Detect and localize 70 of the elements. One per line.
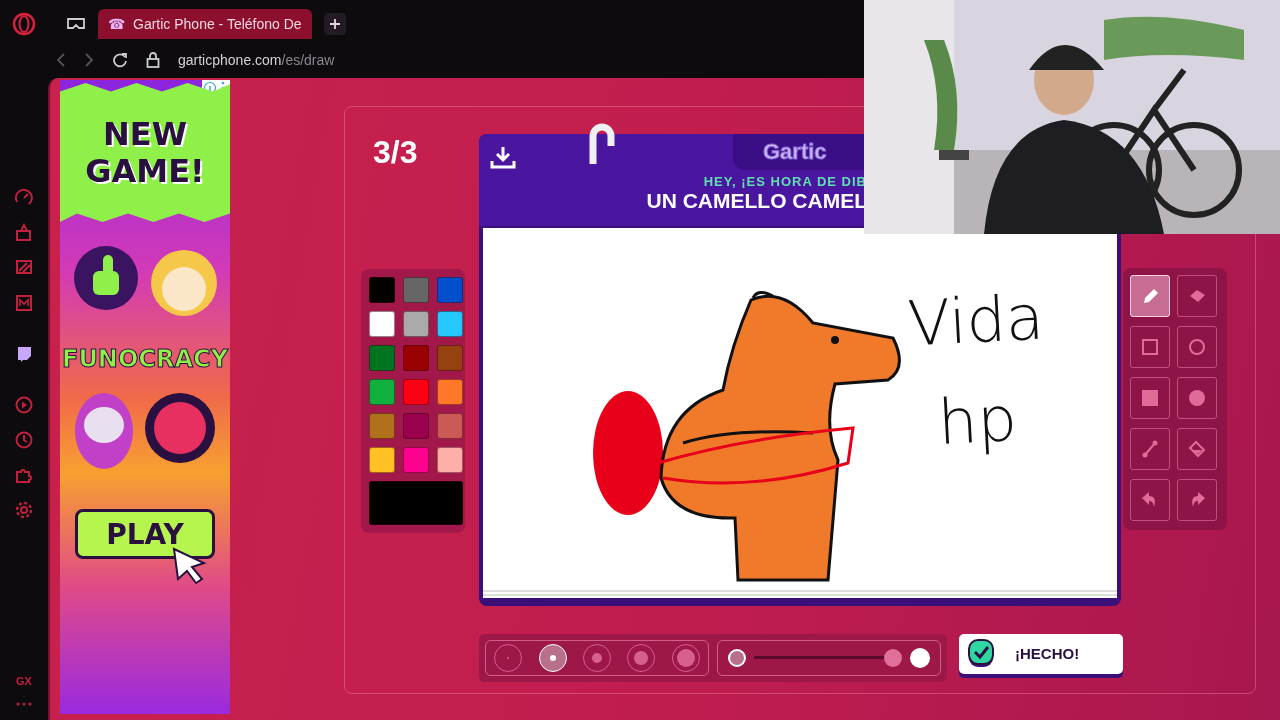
color-swatch[interactable] (437, 311, 463, 337)
slider-thumb[interactable] (884, 648, 902, 667)
tool-button[interactable] (1177, 275, 1217, 317)
color-swatch[interactable] (369, 277, 395, 303)
line-icon (1140, 439, 1160, 459)
reload-icon[interactable] (112, 52, 128, 68)
color-swatch[interactable] (403, 277, 429, 303)
forward-icon[interactable] (84, 52, 94, 68)
drawing-canvas[interactable]: Vida hp (483, 228, 1117, 590)
color-swatch[interactable] (437, 413, 463, 439)
check-badge-icon (967, 638, 995, 669)
tool-button[interactable] (1130, 428, 1170, 470)
color-swatch[interactable] (403, 413, 429, 439)
color-swatch[interactable] (369, 379, 395, 405)
color-swatch[interactable] (437, 379, 463, 405)
vr-headset-icon[interactable] (66, 16, 86, 32)
tool-button[interactable] (1130, 377, 1170, 419)
tool-button[interactable] (1130, 479, 1170, 521)
m-square-icon[interactable] (14, 293, 34, 313)
color-swatch[interactable] (403, 447, 429, 473)
ad-play-button[interactable]: PLAY (75, 509, 215, 559)
address-bar[interactable]: garticphone.com/es/draw (178, 52, 335, 68)
ad-brand: FUNOCRACY (62, 345, 228, 373)
filled-circle-icon (1187, 388, 1207, 408)
color-swatch[interactable] (403, 345, 429, 371)
new-tab-button[interactable] (323, 13, 346, 35)
tool-button[interactable] (1130, 326, 1170, 368)
settings-icon[interactable] (14, 500, 34, 520)
bag-icon[interactable] (14, 223, 34, 243)
max-opacity-icon (910, 647, 930, 668)
ad-headline: NEW GAME! (84, 113, 206, 192)
ad-banner[interactable]: NEW GAME! FUNOCRACY PLAY (60, 80, 230, 714)
round-counter: 3/3 (372, 134, 419, 171)
tool-button[interactable] (1177, 326, 1217, 368)
min-opacity-icon (728, 648, 746, 667)
gauge-icon[interactable] (14, 188, 34, 208)
play-circle-icon[interactable] (14, 395, 34, 415)
lock-icon (146, 52, 160, 68)
gartic-logo: Gartic (763, 139, 827, 165)
browser-tab[interactable]: ☎ Gartic Phone - Teléfono De (98, 9, 312, 39)
tool-button[interactable] (1177, 479, 1217, 521)
prompt-text: UN CAMELLO CAMEL (646, 189, 867, 213)
tab-icon: ☎ (108, 16, 125, 32)
square-icon (1140, 337, 1160, 357)
color-swatch[interactable] (369, 345, 395, 371)
prompt-hint: HEY, ¡ES HORA DE DIB (703, 174, 867, 189)
handwritten-note: Vida (906, 286, 1046, 356)
clock-icon[interactable] (14, 430, 34, 450)
back-icon[interactable] (56, 52, 66, 68)
handwritten-note: hp (936, 388, 1019, 454)
color-swatch[interactable] (369, 311, 395, 337)
more-icon[interactable] (16, 702, 32, 706)
tool-button[interactable] (1177, 377, 1217, 419)
circle-icon (1187, 337, 1207, 357)
color-swatch[interactable] (369, 447, 395, 473)
browser-logo-icon[interactable] (12, 12, 36, 36)
download-icon[interactable] (490, 146, 516, 170)
color-swatch[interactable] (437, 277, 463, 303)
opacity-slider[interactable] (754, 648, 902, 667)
color-swatch[interactable] (403, 311, 429, 337)
plus-icon (328, 18, 341, 30)
thumbs-up-drawing (71, 243, 141, 313)
paint-bucket-icon (1187, 439, 1207, 459)
color-swatch[interactable] (403, 379, 429, 405)
tool-button[interactable] (1177, 428, 1217, 470)
filled-square-icon (1140, 388, 1160, 408)
color-swatch[interactable] (437, 447, 463, 473)
color-swatch[interactable] (369, 413, 395, 439)
color-swatch[interactable] (437, 345, 463, 371)
tab-title: Gartic Phone - Teléfono De (133, 16, 302, 32)
